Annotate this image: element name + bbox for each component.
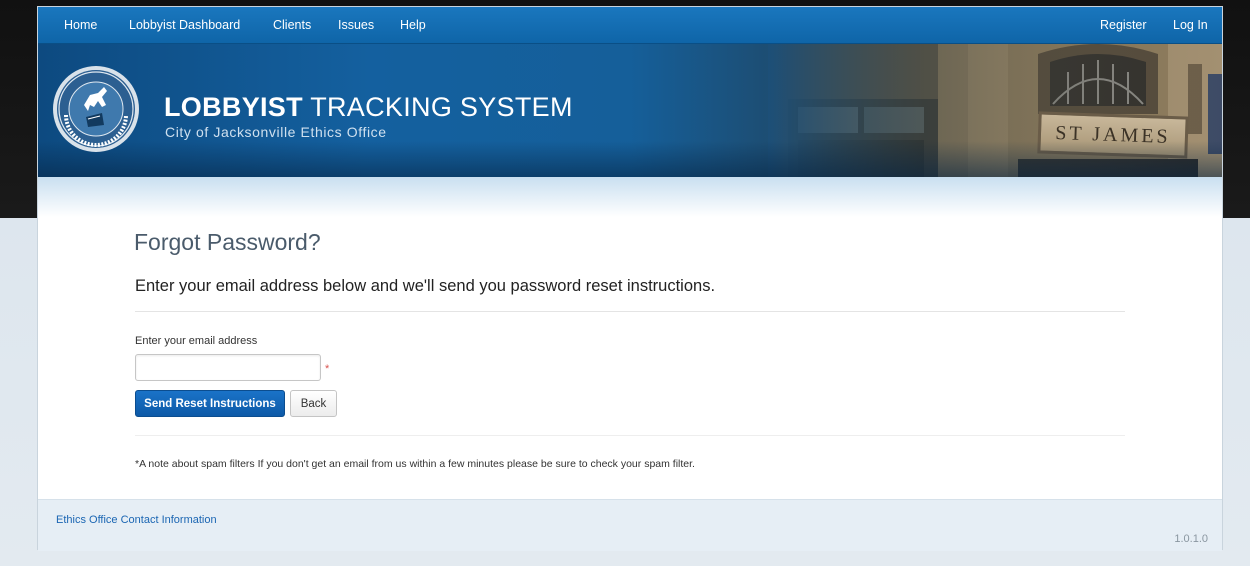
divider [135,435,1125,436]
nav-clients[interactable]: Clients [273,7,311,44]
app-title-rest: TRACKING SYSTEM [302,92,573,122]
instructions-text: Enter your email address below and we'll… [135,277,716,295]
nav-home[interactable]: Home [64,7,97,44]
nav-issues[interactable]: Issues [338,7,374,44]
app-subtitle: City of Jacksonville Ethics Office [165,124,387,140]
building-photo [768,44,1222,177]
content-header-fade [38,177,1222,217]
st-james-sign: ST JAMES [1037,111,1189,159]
nav-log-in[interactable]: Log In [1173,7,1208,44]
top-navbar: Home Lobbyist Dashboard Clients Issues H… [38,7,1222,44]
app-title: LOBBYIST TRACKING SYSTEM [164,92,573,123]
city-seal-logo[interactable] [52,65,140,153]
required-indicator: * [325,363,330,375]
divider [135,311,1125,312]
version-label: 1.0.1.0 [1174,533,1208,545]
spam-filter-note: *A note about spam filters If you don't … [135,458,695,470]
ethics-office-contact-link[interactable]: Ethics Office Contact Information [56,514,217,526]
page-title: Forgot Password? [134,229,321,255]
email-field[interactable] [135,354,321,381]
footer: Ethics Office Contact Information 1.0.1.… [38,499,1222,551]
email-field-label: Enter your email address [135,335,258,347]
send-reset-instructions-button[interactable]: Send Reset Instructions [135,390,285,417]
header-banner: ST JAMES LOBBYIST TRACKING SYSTEM City o… [38,44,1222,177]
app-frame: Home Lobbyist Dashboard Clients Issues H… [37,6,1223,551]
nav-lobbyist-dashboard[interactable]: Lobbyist Dashboard [129,7,240,44]
nav-register[interactable]: Register [1100,7,1147,44]
nav-help[interactable]: Help [400,7,426,44]
app-title-bold: LOBBYIST [164,92,303,122]
back-button[interactable]: Back [290,390,337,417]
